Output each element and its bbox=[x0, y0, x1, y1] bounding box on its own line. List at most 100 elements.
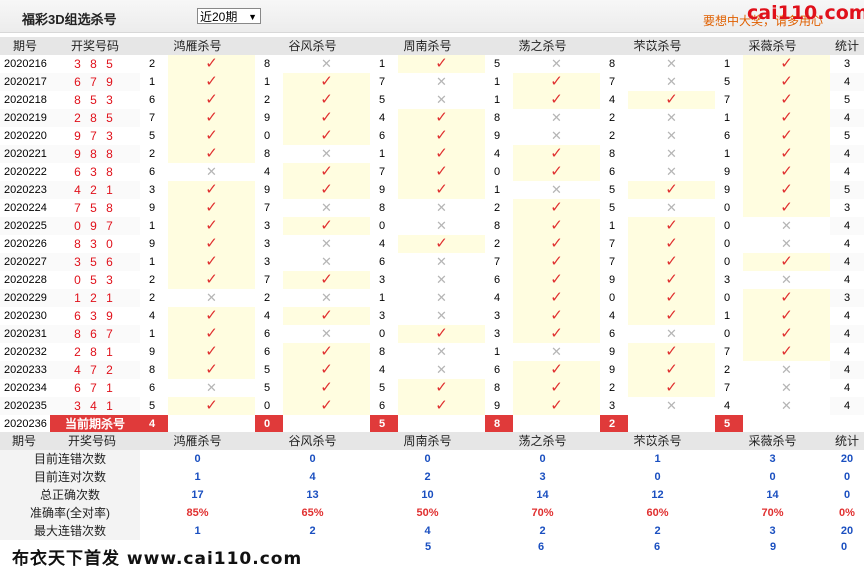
kill-digit: 2 bbox=[494, 202, 501, 214]
kill-digit: 0 bbox=[264, 400, 271, 412]
check-icon: ✓ bbox=[168, 235, 255, 253]
kill-digit: 4 bbox=[724, 400, 731, 412]
kill-digit: 1 bbox=[724, 58, 731, 70]
stats-value: 4 bbox=[424, 525, 431, 537]
stats-value: 2 bbox=[309, 525, 316, 537]
issue-number: 2020223 bbox=[0, 181, 50, 199]
check-icon: ✓ bbox=[168, 217, 255, 235]
kill-cell: 5 ✕ bbox=[370, 91, 485, 109]
kill-digit: 0 bbox=[724, 328, 731, 340]
kill-digit: 1 bbox=[494, 76, 501, 88]
check-icon: ✓ bbox=[513, 145, 600, 163]
column-header: 荡之杀号 bbox=[485, 37, 600, 55]
kill-cell: 7 ✓ bbox=[715, 91, 830, 109]
cross-icon: ✕ bbox=[436, 362, 447, 377]
stats-value: 1 bbox=[194, 471, 201, 483]
kill-cell: 3 ✕ bbox=[715, 271, 830, 289]
kill-digit: 3 bbox=[264, 238, 271, 250]
stats-value: 0 bbox=[769, 471, 776, 483]
top-bar: 福彩3D组选杀号 近20期 ▼ 要想中大奖，请多用心 cai110.com bbox=[0, 0, 864, 33]
correct-count: 4 bbox=[830, 109, 864, 127]
check-icon: ✓ bbox=[168, 55, 255, 73]
kill-digit: 8 bbox=[494, 382, 501, 394]
kill-digit: 0 bbox=[724, 220, 731, 232]
kill-digit: 1 bbox=[724, 112, 731, 124]
column-header: 采薇杀号 bbox=[715, 37, 830, 55]
kill-cell: 7 ✕ bbox=[715, 379, 830, 397]
check-icon: ✓ bbox=[398, 109, 485, 127]
table-row: 2020235 3 4 1 5 ✓ 0 ✓ 6 ✓ 9 ✓ 3 ✕ 4 ✕ 4 bbox=[0, 397, 864, 415]
current-kill-digit: 2 bbox=[600, 415, 628, 433]
period-select[interactable]: 近20期 ▼ bbox=[197, 8, 261, 24]
footer-banner: 布衣天下首发 www.cai110.com bbox=[12, 549, 303, 569]
draw-number: 9 7 3 bbox=[74, 129, 116, 143]
kill-digit: 6 bbox=[379, 256, 386, 268]
check-icon: ✓ bbox=[168, 307, 255, 325]
kill-cell: 7 ✓ bbox=[715, 343, 830, 361]
stats-value: 60% bbox=[646, 507, 669, 519]
kill-digit: 8 bbox=[609, 148, 616, 160]
draw-number: 6 3 9 bbox=[74, 309, 116, 323]
kill-digit: 6 bbox=[264, 328, 271, 340]
table-row: 2020228 0 5 3 2 ✓ 7 ✓ 3 ✕ 6 ✓ 9 ✓ 3 ✕ 4 bbox=[0, 271, 864, 289]
issue-number: 2020219 bbox=[0, 109, 50, 127]
check-icon: ✓ bbox=[283, 109, 370, 127]
kill-digit: 1 bbox=[609, 220, 616, 232]
kill-digit: 1 bbox=[379, 148, 386, 160]
kill-cell: 2 ✓ bbox=[600, 379, 715, 397]
kill-cell: 9 ✓ bbox=[370, 181, 485, 199]
check-icon: ✓ bbox=[628, 235, 715, 253]
kill-cell: 9 ✓ bbox=[485, 397, 600, 415]
kill-cell: 2 ✓ bbox=[140, 55, 255, 73]
chevron-down-icon: ▼ bbox=[248, 12, 257, 22]
check-icon: ✓ bbox=[628, 307, 715, 325]
table-row: 2020230 6 3 9 4 ✓ 4 ✓ 3 ✕ 3 ✓ 4 ✓ 1 ✓ 4 bbox=[0, 307, 864, 325]
stats-column-header: 芣苡杀号 bbox=[600, 432, 715, 450]
kill-cell: 4 ✓ bbox=[255, 307, 370, 325]
check-icon: ✓ bbox=[513, 361, 600, 379]
kill-cell: 0 ✓ bbox=[600, 289, 715, 307]
stats-value: 3 bbox=[769, 525, 776, 537]
site-logo[interactable]: cai110.com bbox=[747, 2, 864, 24]
check-icon: ✓ bbox=[743, 307, 830, 325]
kill-digit: 4 bbox=[379, 112, 386, 124]
kill-digit: 7 bbox=[724, 94, 731, 106]
kill-cell: 1 ✕ bbox=[485, 181, 600, 199]
stats-column-header-number: 开奖号码 bbox=[68, 434, 117, 448]
kill-digit: 7 bbox=[494, 256, 501, 268]
kill-cell: 8 ✕ bbox=[370, 199, 485, 217]
cross-icon: ✕ bbox=[206, 380, 217, 395]
check-icon: ✓ bbox=[398, 235, 485, 253]
kill-cell: 6 ✕ bbox=[600, 325, 715, 343]
kill-digit: 1 bbox=[494, 184, 501, 196]
kill-cell: 0 ✓ bbox=[715, 199, 830, 217]
kill-digit: 2 bbox=[149, 292, 156, 304]
cross-icon: ✕ bbox=[781, 236, 792, 251]
stats-value: 0 bbox=[309, 453, 316, 465]
cross-icon: ✕ bbox=[666, 398, 677, 413]
kill-cell: 7 ✕ bbox=[600, 73, 715, 91]
stats-column-header: 期号 开奖号码 bbox=[0, 432, 140, 450]
stats-value: 0 bbox=[194, 453, 201, 465]
stats-value: 3 bbox=[769, 453, 776, 465]
kill-cell: 0 ✓ bbox=[715, 253, 830, 271]
check-icon: ✓ bbox=[743, 109, 830, 127]
kill-cell: 0 ✓ bbox=[370, 325, 485, 343]
kill-cell: 2 ✓ bbox=[255, 91, 370, 109]
kill-digit: 2 bbox=[724, 364, 731, 376]
kill-digit: 4 bbox=[609, 94, 616, 106]
correct-count: 4 bbox=[843, 382, 851, 394]
kill-digit: 7 bbox=[379, 76, 386, 88]
kill-digit: 6 bbox=[149, 94, 156, 106]
stats-value: 0 bbox=[841, 541, 848, 553]
kill-digit: 6 bbox=[379, 130, 386, 142]
cross-icon: ✕ bbox=[436, 92, 447, 107]
issue-number: 2020222 bbox=[4, 166, 47, 178]
cross-icon: ✕ bbox=[666, 326, 677, 341]
kill-cell: 6 ✕ bbox=[140, 379, 255, 397]
kill-cell: 7 ✓ bbox=[600, 235, 715, 253]
kill-digit: 7 bbox=[609, 238, 616, 250]
cross-icon: ✕ bbox=[321, 56, 332, 71]
stats-label: 最大连错次数 bbox=[0, 522, 140, 540]
kill-cell: 1 ✓ bbox=[485, 73, 600, 91]
